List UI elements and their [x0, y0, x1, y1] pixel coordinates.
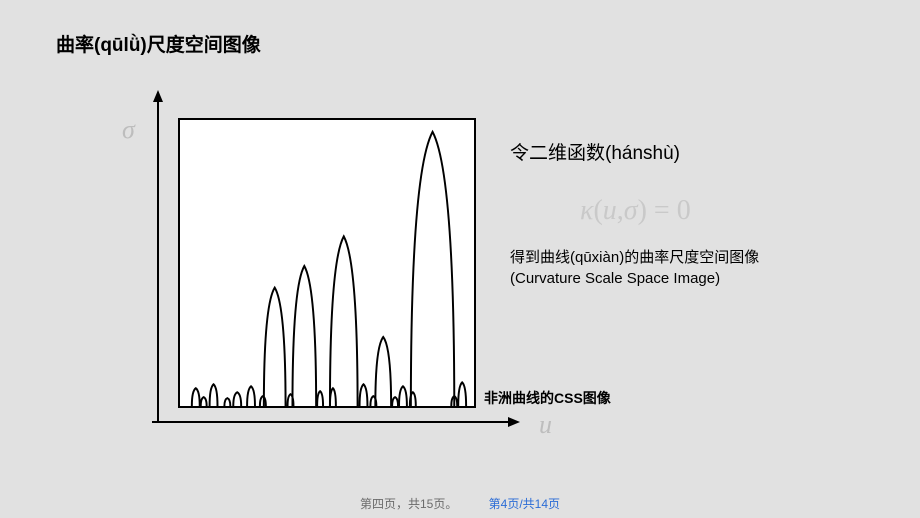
text-line-2: 得到曲线(qūxiàn)的曲率尺度空间图像 (Curvature Scale S… [510, 247, 890, 289]
css-peak [260, 396, 266, 406]
css-peak [330, 236, 358, 406]
equation: κ(u,σ) = 0 [580, 195, 890, 227]
chart-area: σ u [140, 90, 520, 434]
eq-sigma: σ [624, 195, 638, 226]
eq-kappa: κ [580, 195, 593, 226]
css-peak [264, 288, 286, 406]
eq-open: ( [593, 195, 602, 226]
eq-comma: , [617, 195, 624, 226]
eq-close: ) [638, 195, 647, 226]
css-peak [201, 397, 207, 406]
eq-eq: = [647, 195, 677, 226]
css-peak [247, 386, 255, 406]
footer-left: 第四页，共15页。 [360, 497, 457, 511]
right-column: 令二维函数(hánshù) κ(u,σ) = 0 得到曲线(qūxiàn)的曲率… [510, 138, 890, 289]
css-peak [224, 398, 230, 406]
text-line-2a: 得到曲线(qūxiàn)的曲率尺度空间图像 [510, 249, 759, 266]
slide-title: 曲率(qūlǜ)尺度空间图像 [56, 30, 261, 57]
text-line-1: 令二维函数(hánshù) [510, 138, 890, 165]
chart-caption: 非洲曲线的CSS图像 [484, 388, 611, 408]
css-peak [399, 386, 407, 406]
css-peak [292, 266, 316, 406]
eq-zero: 0 [677, 195, 691, 226]
footer-right: 第4页/共14页 [489, 497, 560, 511]
x-axis-label: u [539, 410, 552, 440]
css-peak [233, 392, 241, 406]
css-peak [392, 397, 398, 406]
eq-u: u [603, 195, 617, 226]
footer: 第四页，共15页。 第4页/共14页 [0, 495, 920, 512]
css-peak [411, 132, 454, 406]
css-peak [458, 382, 466, 406]
css-curves [180, 120, 474, 406]
y-axis-label: σ [122, 115, 135, 145]
css-peak [210, 384, 218, 406]
css-image-box [178, 118, 476, 408]
css-peak [192, 388, 200, 406]
text-line-2b: (Curvature Scale Space Image) [510, 270, 720, 287]
css-peak [317, 391, 323, 406]
css-peak [360, 384, 368, 406]
css-peak [375, 337, 391, 406]
